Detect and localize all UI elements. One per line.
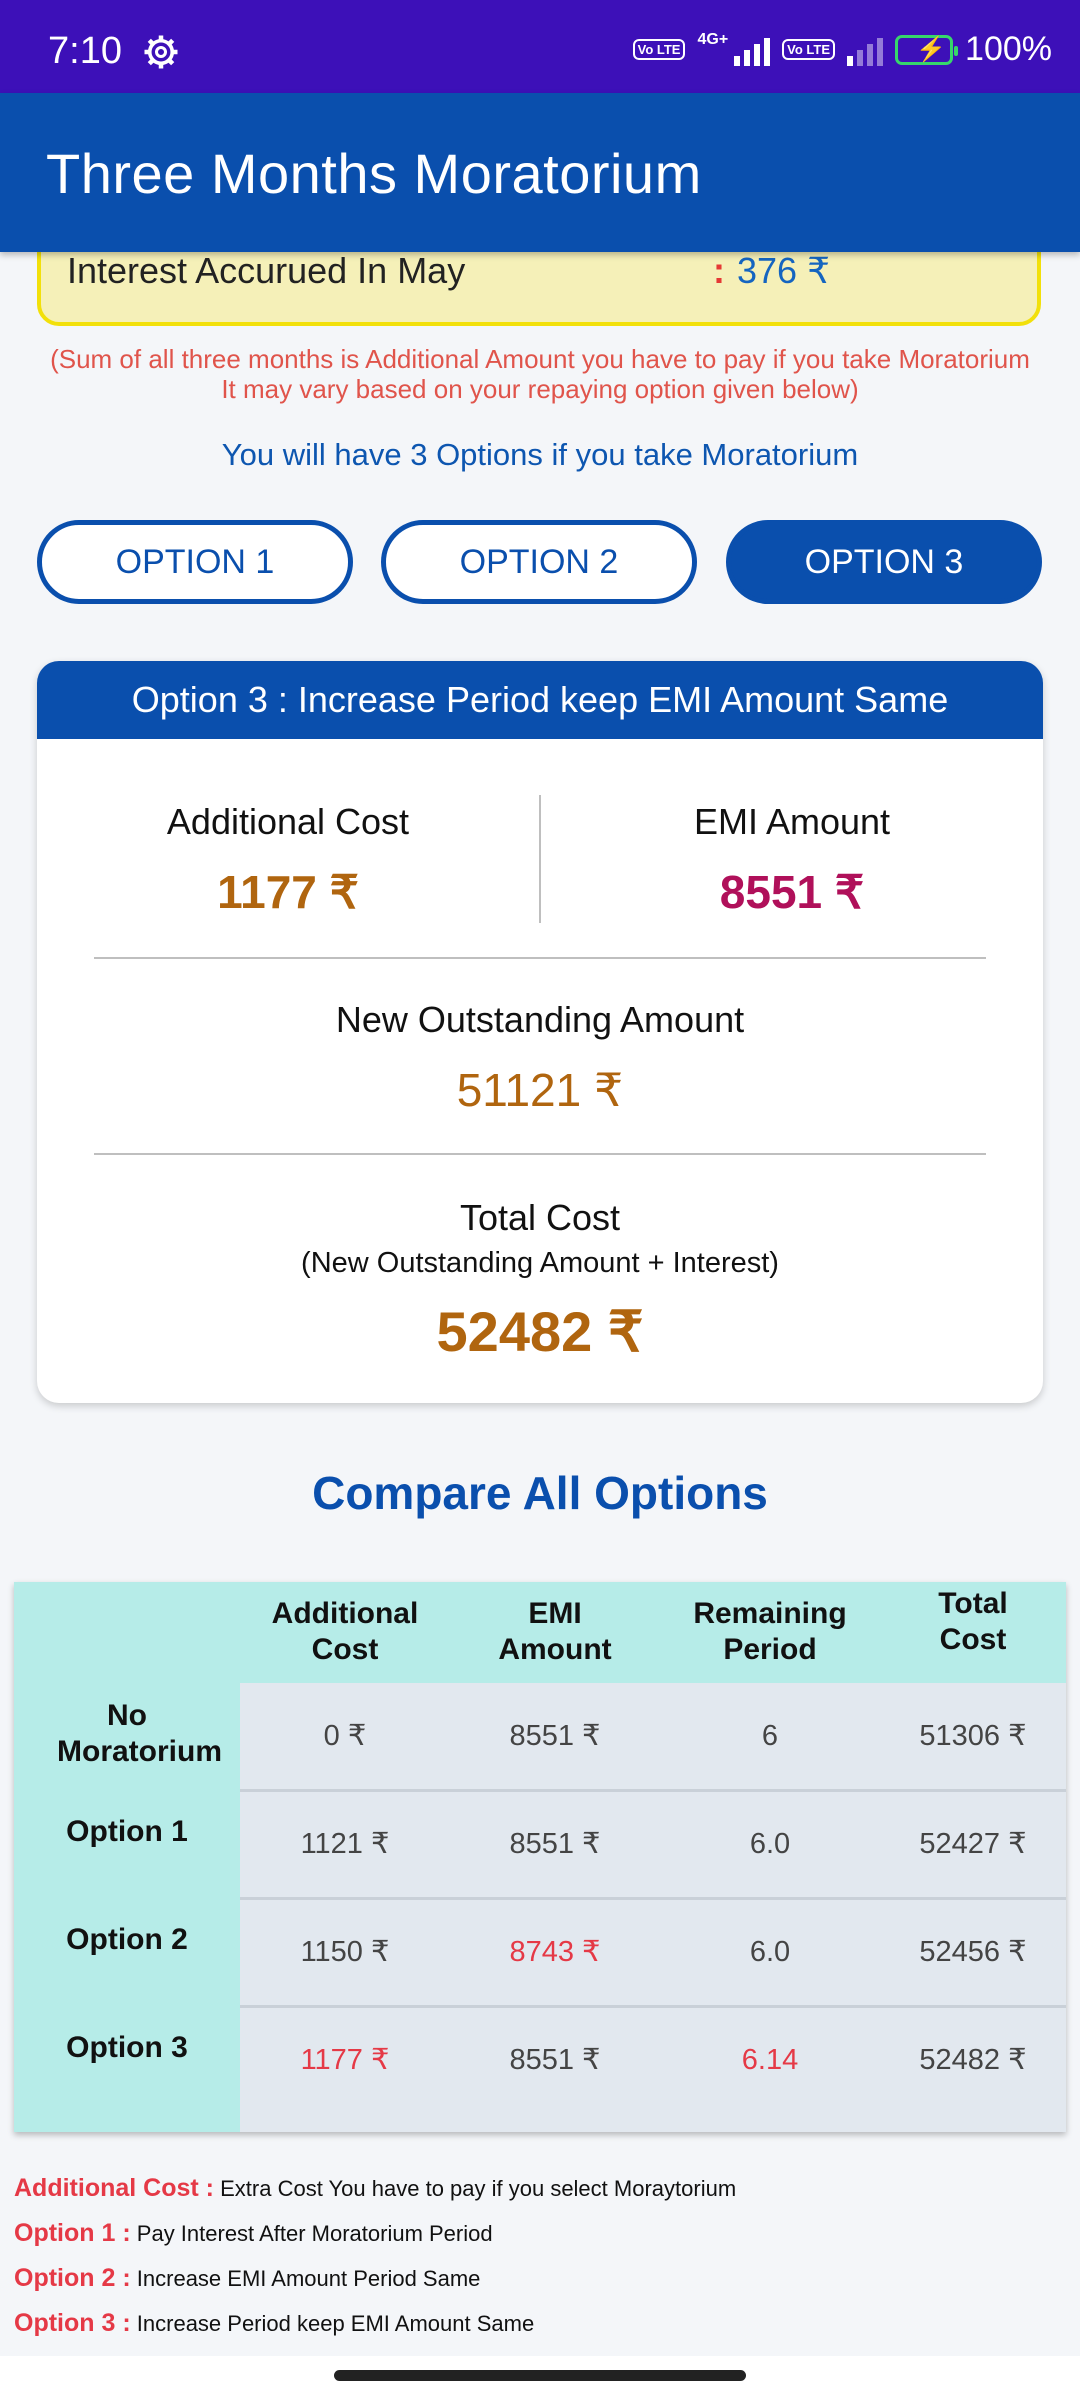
compare-grid: 0 ₹ 8551 ₹ 6 51306 ₹ 1121 ₹ 8551 ₹ 6.0 5… — [240, 1683, 1066, 2132]
column-header: Total Cost — [938, 1587, 1008, 1656]
legend-item: Option 2 : Increase EMI Amount Period Sa… — [14, 2264, 481, 2292]
option-3-button[interactable]: OPTION 3 — [726, 520, 1042, 604]
legend-item: Additional Cost : Extra Cost You have to… — [14, 2174, 737, 2202]
additional-cost-value: 1177 ₹ — [217, 866, 359, 918]
row-header: No Moratorium — [57, 1699, 222, 1768]
table-cell: 1177 ₹ — [300, 2044, 390, 2076]
table-cell: 0 ₹ — [323, 1720, 367, 1752]
new-outstanding-value: 51121 ₹ — [456, 1064, 624, 1116]
additional-cost-label: Additional Cost — [166, 801, 410, 842]
column-header: Remaining Period — [693, 1597, 847, 1666]
column-header: Additional Cost — [271, 1597, 419, 1666]
option-2-button[interactable]: OPTION 2 — [381, 520, 697, 604]
table-cell: 52456 ₹ — [919, 1936, 1027, 1968]
navigation-bar — [0, 2356, 1080, 2400]
option-card-title: Option 3 : Increase Period keep EMI Amou… — [37, 661, 1043, 739]
table-row: 1150 ₹ 8743 ₹ 6.0 52456 ₹ — [240, 1899, 1066, 2008]
table-cell: 8743 ₹ — [509, 1936, 601, 1968]
gear-icon — [144, 35, 178, 69]
legend-item: Option 1 : Pay Interest After Moratorium… — [14, 2219, 493, 2247]
legend-item: Option 3 : Increase Period keep EMI Amou… — [14, 2309, 535, 2337]
total-cost-value: 52482 ₹ — [436, 1300, 644, 1363]
table-cell: 52427 ₹ — [919, 1828, 1027, 1860]
network-type: 4G+ — [697, 31, 729, 48]
signal-icon — [847, 34, 884, 66]
table-row: 1121 ₹ 8551 ₹ 6.0 52427 ₹ — [240, 1791, 1066, 1900]
table-cell: 8551 ₹ — [509, 1720, 601, 1752]
column-header: EMI Amount — [498, 1597, 612, 1666]
total-cost-subtitle: (New Outstanding Amount + Interest) — [301, 1247, 779, 1279]
total-cost-label: Total Cost — [459, 1197, 621, 1238]
row-header: Option 2 — [66, 1923, 188, 1956]
new-outstanding-label: New Outstanding Amount — [335, 999, 745, 1040]
interest-colon: : — [713, 250, 725, 291]
emi-amount-value: 8551 ₹ — [719, 866, 865, 918]
home-gesture-handle[interactable] — [334, 2370, 746, 2381]
compare-title: Compare All Options — [312, 1467, 768, 1519]
divider — [94, 957, 986, 959]
table-row: 0 ₹ 8551 ₹ 6 51306 ₹ — [240, 1683, 1066, 1792]
table-cell: 51306 ₹ — [919, 1720, 1027, 1752]
status-time: 7:10 — [48, 30, 122, 72]
table-cell: 8551 ₹ — [509, 2044, 601, 2076]
table-cell: 6.14 — [741, 2044, 799, 2076]
note-line-2: It may vary based on your repaying optio… — [221, 374, 859, 404]
options-title: You will have 3 Options if you take Mora… — [221, 437, 859, 472]
table-cell: 8551 ₹ — [509, 1828, 601, 1860]
divider — [94, 1153, 986, 1155]
table-cell: 6 — [761, 1720, 779, 1752]
table-cell: 1150 ₹ — [300, 1936, 390, 1968]
battery-level: 100% — [965, 30, 1052, 68]
table-row: 1177 ₹ 8551 ₹ 6.14 52482 ₹ — [240, 2007, 1066, 2113]
row-header: Option 1 — [66, 1815, 188, 1848]
page-title: Three Months Moratorium — [46, 142, 702, 205]
option-1-button[interactable]: OPTION 1 — [37, 520, 353, 604]
interest-value: 376 ₹ — [737, 250, 830, 291]
signal-icon — [734, 34, 771, 66]
emi-amount-label: EMI Amount — [693, 801, 891, 842]
table-cell: 52482 ₹ — [919, 2044, 1027, 2076]
note-line-1: (Sum of all three months is Additional A… — [50, 344, 1030, 374]
battery-icon: ⚡ — [895, 34, 959, 65]
table-cell: 1121 ₹ — [300, 1828, 390, 1860]
volte-icon: Vo LTE — [782, 39, 836, 60]
volte-icon: Vo LTE — [632, 39, 686, 60]
app-bar: Three Months Moratorium — [0, 93, 1080, 252]
interest-label: Interest Accurued In May — [67, 250, 466, 291]
option-detail-card: Option 3 : Increase Period keep EMI Amou… — [37, 661, 1043, 1403]
table-cell: 6.0 — [749, 1828, 791, 1860]
status-bar: 7:10 Vo LTE 4G+ Vo LTE ⚡ 100% — [0, 0, 1080, 93]
row-header: Option 3 — [66, 2031, 188, 2064]
table-cell: 6.0 — [749, 1936, 791, 1968]
compare-table: Additional Cost EMI Amount Remaining Per… — [14, 1582, 1066, 2132]
